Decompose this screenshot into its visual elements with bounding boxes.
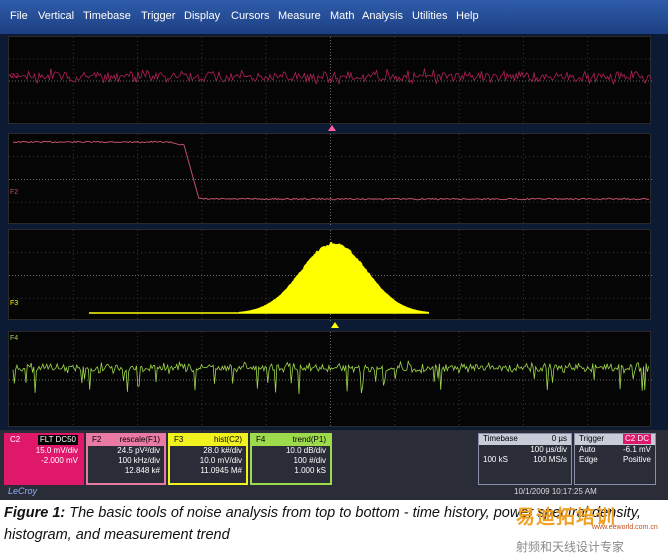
menu-trigger[interactable]: Trigger <box>141 10 175 22</box>
trace-label-f4: F4 <box>10 335 19 342</box>
trace-label-f2: F2 <box>10 189 19 196</box>
menu-cursors[interactable]: Cursors <box>231 10 270 22</box>
f3-label: F3 <box>174 435 184 444</box>
trigger-level: -6.1 mV <box>622 445 651 454</box>
menu-measure[interactable]: Measure <box>278 10 321 22</box>
f3-hdiv: 10.0 mV/div <box>199 456 242 465</box>
f4-function: trend(P1) <box>292 435 326 444</box>
gridlines <box>9 134 652 225</box>
trigger-source-tag: C2 DC <box>622 434 651 444</box>
trigger-slope: Positive <box>622 455 651 464</box>
c2-offset: -2.000 mV <box>41 456 78 465</box>
f4-count: 1.000 kS <box>294 466 326 475</box>
menu-math[interactable]: Math <box>330 10 354 22</box>
grid-time-history: C2 <box>8 36 652 125</box>
menu-help[interactable]: Help <box>456 10 479 22</box>
timebase-samples: 100 kS <box>483 455 508 464</box>
trigger-marker-icon <box>328 125 336 131</box>
time-history-plot <box>9 37 652 125</box>
menu-timebase[interactable]: Timebase <box>83 10 131 22</box>
math-f3-descriptor[interactable]: F3 hist(C2) 28.0 k#/div 10.0 mV/div 11.0… <box>168 433 248 485</box>
timebase-label: Timebase <box>483 434 518 443</box>
date-time: 10/1/2009 10:17:25 AM <box>514 487 597 496</box>
f3-histogram-shape <box>239 241 429 313</box>
grid-power-spectral-density: F2 <box>8 133 652 225</box>
lecroy-logo: LeCroy <box>8 486 38 496</box>
f4-scale: 10.0 dB/div <box>285 446 326 455</box>
menu-utilities[interactable]: Utilities <box>412 10 447 22</box>
trigger-type: Edge <box>579 455 598 464</box>
watermark-site: www.eeworld.com.cn <box>592 524 658 531</box>
f2-scale: 24.5 pV²/div <box>117 446 160 455</box>
trigger-label: Trigger <box>579 434 605 443</box>
f4-label: F4 <box>256 435 266 444</box>
f2-function: rescale(F1) <box>119 435 160 444</box>
trigger-mode: Auto <box>579 445 596 454</box>
descriptor-bar: C2 FLT DC50 15.0 mV/div -2.000 mV F2 res… <box>0 430 668 500</box>
menu-analysis[interactable]: Analysis <box>362 10 403 22</box>
menu-bar: File Vertical Timebase Trigger Display C… <box>0 0 668 34</box>
menu-display[interactable]: Display <box>184 10 220 22</box>
watermark-tagline: 射频和天线设计专家 <box>516 540 625 554</box>
grid-histogram: F3 <box>8 229 652 321</box>
f3-scale: 28.0 k#/div <box>203 446 242 455</box>
c2-coupling-tag: FLT DC50 <box>37 435 78 445</box>
trace-label-f3: F3 <box>10 300 19 307</box>
f2-count: 12.848 k# <box>124 466 160 475</box>
psd-plot <box>9 134 652 225</box>
watermark: 易迪拓培训 www.eeworld.com.cn 射频和天线设计专家 <box>506 498 666 554</box>
grid-measurement-trend: F4 <box>8 331 652 428</box>
trigger-descriptor[interactable]: Trigger C2 DC Auto -6.1 mV Edge Positive <box>574 433 656 485</box>
menu-vertical[interactable]: Vertical <box>38 10 74 22</box>
caption-lead: Figure 1: <box>4 505 66 521</box>
f3-function: hist(C2) <box>213 435 242 444</box>
f2-label: F2 <box>92 435 102 444</box>
gridlines <box>9 332 652 428</box>
gridlines <box>9 37 652 125</box>
timebase-descriptor[interactable]: Timebase 0 µs 100 µs/div 100 kS 100 MS/s <box>478 433 572 485</box>
timebase-tdiv: 100 µs/div <box>530 445 567 454</box>
f2-hdiv: 100 kHz/div <box>118 456 160 465</box>
channel-c2-descriptor[interactable]: C2 FLT DC50 15.0 mV/div -2.000 mV <box>4 433 84 485</box>
f4-hdiv: 100 #/div <box>293 456 326 465</box>
math-f2-descriptor[interactable]: F2 rescale(F1) 24.5 pV²/div 100 kHz/div … <box>86 433 166 485</box>
trace-label-c2: C2 <box>10 73 19 80</box>
c2-label: C2 <box>10 435 21 444</box>
histogram-plot <box>9 230 652 321</box>
timebase-sample-rate: 100 MS/s <box>533 455 567 464</box>
trend-plot <box>9 332 652 428</box>
menu-file[interactable]: File <box>10 10 28 22</box>
timebase-offset: 0 µs <box>551 434 567 443</box>
oscilloscope-display: File Vertical Timebase Trigger Display C… <box>0 0 668 500</box>
math-f4-descriptor[interactable]: F4 trend(P1) 10.0 dB/div 100 #/div 1.000… <box>250 433 332 485</box>
histogram-center-marker-icon <box>331 322 339 328</box>
f3-count: 11.0945 M# <box>200 466 242 475</box>
c2-vdiv: 15.0 mV/div <box>35 446 78 455</box>
